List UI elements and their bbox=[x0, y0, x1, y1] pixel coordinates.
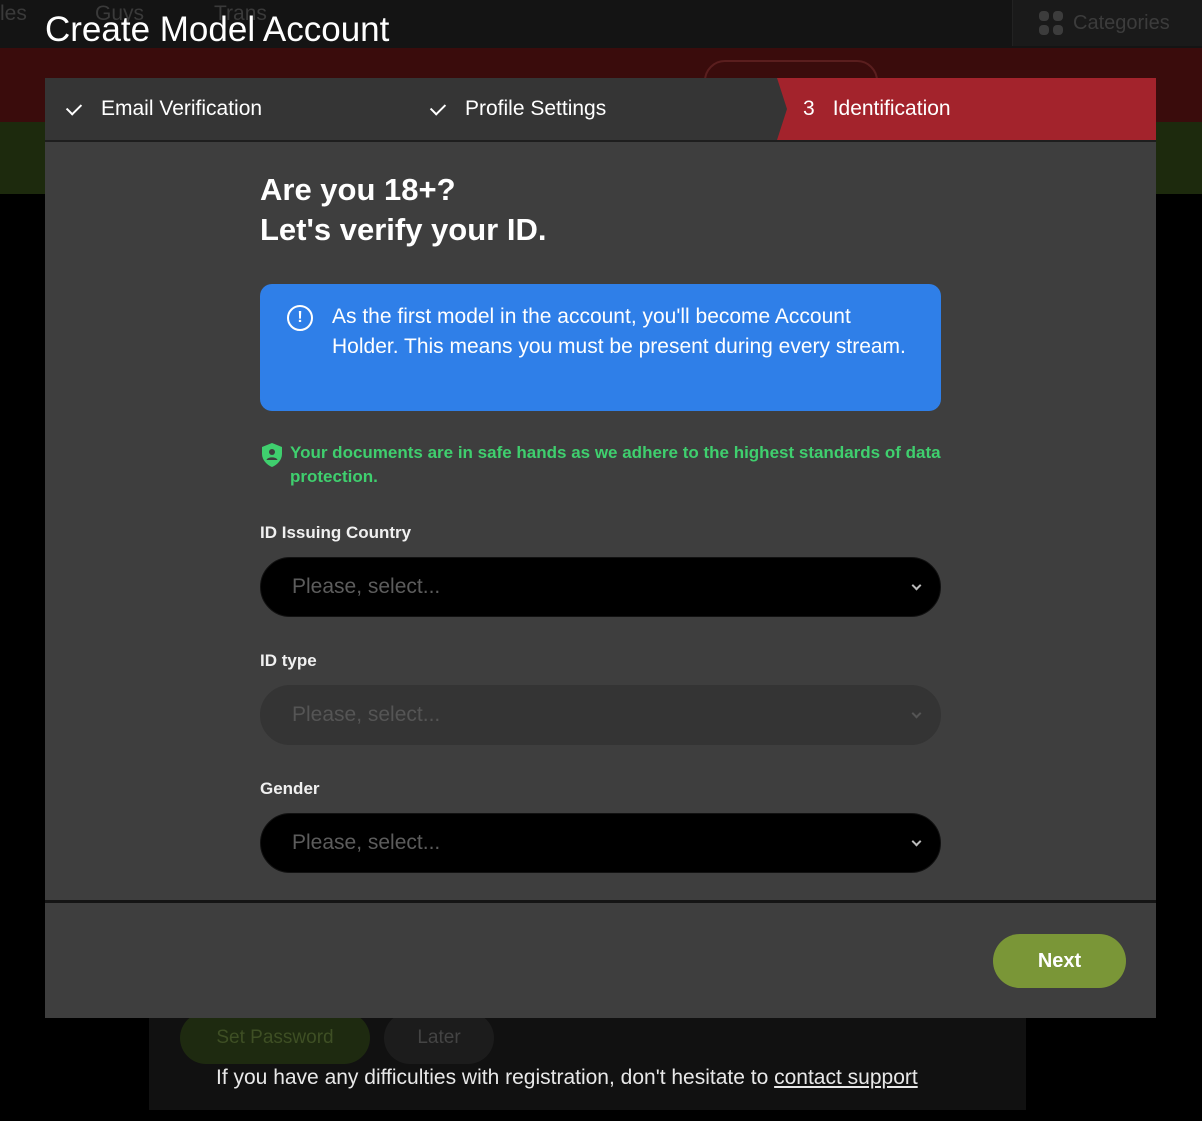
gender-select[interactable]: Please, select... bbox=[260, 813, 941, 873]
chevron-down-icon bbox=[911, 580, 922, 590]
create-account-modal: Email Verification Profile Settings 3 Id… bbox=[45, 78, 1156, 1018]
info-text: As the first model in the account, you'l… bbox=[332, 305, 906, 358]
data-protection-note: Your documents are in safe hands as we a… bbox=[260, 441, 942, 489]
contact-support-link[interactable]: contact support bbox=[774, 1066, 918, 1089]
step-label: Email Verification bbox=[101, 97, 263, 120]
select-placeholder: Please, select... bbox=[292, 831, 441, 854]
chevron-down-icon bbox=[911, 708, 922, 718]
grid-icon bbox=[1039, 11, 1063, 35]
form-heading: Are you 18+? Let's verify your ID. bbox=[260, 172, 547, 247]
select-placeholder: Please, select... bbox=[292, 575, 441, 598]
check-icon bbox=[65, 98, 83, 116]
check-icon bbox=[429, 98, 447, 116]
bg-nav-item[interactable]: les bbox=[0, 2, 27, 26]
modal-footer: Next bbox=[45, 900, 1156, 1018]
step-email-verification[interactable]: Email Verification bbox=[45, 78, 409, 140]
set-password-button[interactable]: Set Password bbox=[180, 1012, 370, 1064]
id-type-select[interactable]: Please, select... bbox=[260, 685, 941, 745]
categories-button[interactable]: Categories bbox=[1012, 0, 1202, 46]
step-label: Profile Settings bbox=[465, 97, 607, 120]
exclamation-circle-icon: ! bbox=[287, 305, 313, 331]
select-placeholder: Please, select... bbox=[292, 703, 441, 726]
page-title: Create Model Account bbox=[45, 10, 390, 49]
step-identification[interactable]: 3 Identification bbox=[777, 78, 1156, 140]
id-country-select[interactable]: Please, select... bbox=[260, 557, 941, 617]
gender-label: Gender bbox=[260, 779, 320, 798]
shield-icon bbox=[262, 443, 282, 467]
help-text: If you have any difficulties with regist… bbox=[216, 1066, 918, 1089]
next-button[interactable]: Next bbox=[993, 934, 1126, 988]
step-label: Identification bbox=[832, 97, 951, 120]
id-type-label: ID type bbox=[260, 651, 317, 670]
id-country-label: ID Issuing Country bbox=[260, 523, 412, 542]
chevron-down-icon bbox=[911, 836, 922, 846]
categories-label: Categories bbox=[1073, 11, 1170, 34]
stepper: Email Verification Profile Settings 3 Id… bbox=[45, 78, 1156, 142]
identification-form: Are you 18+? Let's verify your ID. ! As … bbox=[260, 170, 942, 873]
info-alert: ! As the first model in the account, you… bbox=[260, 284, 941, 411]
step-profile-settings[interactable]: Profile Settings bbox=[409, 78, 777, 140]
step-number: 3 bbox=[803, 97, 815, 120]
later-button[interactable]: Later bbox=[384, 1012, 494, 1064]
